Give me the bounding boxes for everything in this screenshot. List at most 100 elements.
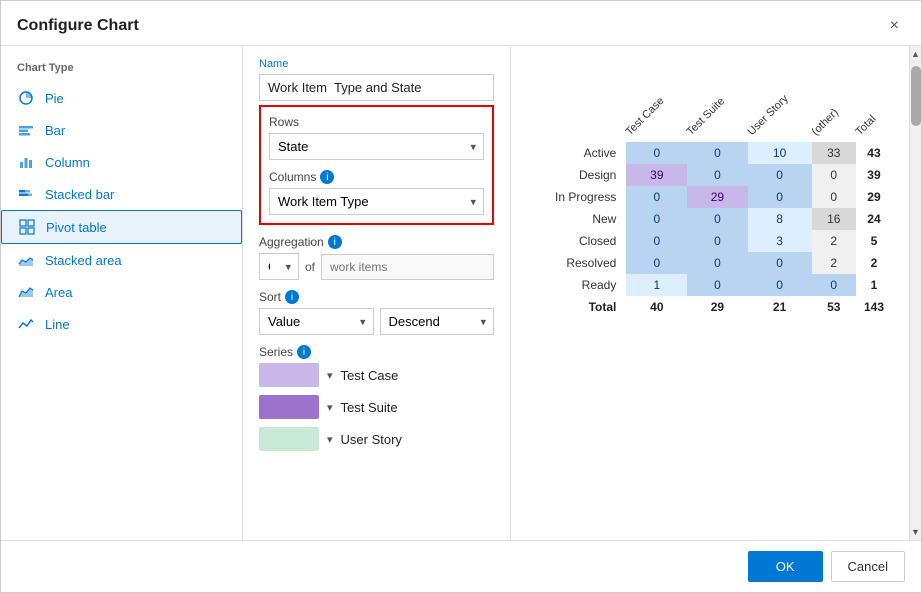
cell-resolved-testcase: 0 [626, 252, 687, 274]
sidebar-item-pivot-table[interactable]: Pivot table [1, 210, 242, 244]
rows-label: Rows [269, 115, 484, 129]
line-chart-icon [17, 315, 35, 333]
dialog-body: Chart Type Pie Bar Column [1, 46, 921, 540]
sidebar-item-area[interactable]: Area [1, 276, 242, 308]
stacked-bar-icon [17, 185, 35, 203]
series-chevron-test-suite[interactable]: ▾ [327, 401, 333, 414]
close-button[interactable]: × [884, 15, 905, 37]
cell-resolved-testsuite: 0 [687, 252, 747, 274]
cell-active-testcase: 0 [626, 142, 687, 164]
rows-columns-box: Rows State Work Item Type ▾ Columns i Wo… [259, 105, 494, 225]
cell-active-other: 33 [812, 142, 856, 164]
name-label: Name [259, 58, 494, 70]
cell-active-total: 43 [856, 142, 892, 164]
scroll-thumb[interactable] [911, 66, 921, 126]
cell-inprogress-userstory: 0 [748, 186, 812, 208]
row-label-inprogress: In Progress [547, 186, 626, 208]
chart-area: Test Case Test Suite User Story (other) … [511, 46, 909, 540]
rows-select-wrap: State Work Item Type ▾ [269, 133, 484, 160]
aggregation-row: Cou Sum Avg ▾ of [259, 253, 494, 280]
series-chevron-user-story[interactable]: ▾ [327, 433, 333, 446]
scrollbar[interactable]: ▲ ▼ [909, 46, 921, 540]
right-content: Test Case Test Suite User Story (other) … [511, 46, 921, 540]
sidebar-item-stacked-area-label: Stacked area [45, 253, 122, 268]
sidebar-item-column-label: Column [45, 155, 90, 170]
stacked-area-icon [17, 251, 35, 269]
sidebar-item-stacked-bar[interactable]: Stacked bar [1, 178, 242, 210]
dialog-header: Configure Chart × [1, 1, 921, 46]
series-name-test-case: Test Case [341, 368, 399, 383]
row-label-active: Active [547, 142, 626, 164]
aggregation-info-icon[interactable]: i [328, 235, 342, 249]
cell-inprogress-other: 0 [812, 186, 856, 208]
row-label-resolved: Resolved [547, 252, 626, 274]
sidebar-item-line-label: Line [45, 317, 70, 332]
pie-chart-icon [17, 89, 35, 107]
sort-direction-select[interactable]: Descend Ascend [380, 308, 495, 335]
sort-info-icon[interactable]: i [285, 290, 299, 304]
row-label-closed: Closed [547, 230, 626, 252]
series-color-user-story [259, 427, 319, 451]
sidebar-item-line[interactable]: Line [1, 308, 242, 340]
sort-field-select-wrap: Value Label ▾ [259, 308, 374, 335]
sidebar-item-bar[interactable]: Bar [1, 114, 242, 146]
pivot-table: Test Case Test Suite User Story (other) … [547, 62, 892, 318]
cell-design-other: 0 [812, 164, 856, 186]
col-header-total: Total [856, 62, 892, 142]
cell-design-testcase: 39 [626, 164, 687, 186]
cancel-button[interactable]: Cancel [831, 551, 905, 582]
work-items-input[interactable] [321, 254, 494, 280]
cell-design-testsuite: 0 [687, 164, 747, 186]
col-header-test-suite: Test Suite [687, 62, 747, 142]
series-chevron-test-case[interactable]: ▾ [327, 369, 333, 382]
row-label-design: Design [547, 164, 626, 186]
col-header-other: (other) [812, 62, 856, 142]
cell-new-userstory: 8 [748, 208, 812, 230]
series-name-user-story: User Story [341, 432, 402, 447]
series-color-test-case [259, 363, 319, 387]
columns-info-icon[interactable]: i [320, 170, 334, 184]
cell-resolved-total: 2 [856, 252, 892, 274]
sidebar-item-stacked-area[interactable]: Stacked area [1, 244, 242, 276]
cell-total-testsuite: 29 [687, 296, 747, 318]
sidebar-item-pie[interactable]: Pie [1, 82, 242, 114]
pivot-table-icon [18, 218, 36, 236]
cell-ready-total: 1 [856, 274, 892, 296]
series-color-test-suite [259, 395, 319, 419]
sidebar-item-column[interactable]: Column [1, 146, 242, 178]
row-label-new: New [547, 208, 626, 230]
scroll-down-button[interactable]: ▼ [910, 524, 922, 540]
aggregation-select-wrap: Cou Sum Avg ▾ [259, 253, 299, 280]
aggregation-of-label: of [305, 260, 315, 274]
table-row: Ready 1 0 0 0 1 [547, 274, 892, 296]
name-input[interactable] [259, 74, 494, 101]
cell-ready-userstory: 0 [748, 274, 812, 296]
ok-button[interactable]: OK [748, 551, 823, 582]
scroll-up-button[interactable]: ▲ [910, 46, 922, 62]
cell-resolved-userstory: 0 [748, 252, 812, 274]
aggregation-section: Aggregation i Cou Sum Avg ▾ of [259, 235, 494, 280]
sort-dir-select-wrap: Descend Ascend ▾ [380, 308, 495, 335]
columns-select[interactable]: Work Item Type State [269, 188, 484, 215]
cell-total-userstory: 21 [748, 296, 812, 318]
series-info-icon[interactable]: i [297, 345, 311, 359]
config-panel: Name Rows State Work Item Type ▾ Columns… [243, 46, 511, 540]
sort-field-select[interactable]: Value Label [259, 308, 374, 335]
dialog-title: Configure Chart [17, 17, 139, 35]
sidebar-item-pie-label: Pie [45, 91, 64, 106]
rows-select[interactable]: State Work Item Type [269, 133, 484, 160]
sidebar-item-stacked-bar-label: Stacked bar [45, 187, 114, 202]
series-name-test-suite: Test Suite [341, 400, 398, 415]
bar-chart-icon [17, 121, 35, 139]
dialog-footer: OK Cancel [1, 540, 921, 592]
cell-ready-testcase: 1 [626, 274, 687, 296]
columns-select-wrap: Work Item Type State ▾ [269, 188, 484, 215]
sort-label: Sort i [259, 290, 494, 304]
aggregation-select[interactable]: Cou Sum Avg [259, 253, 299, 280]
table-row: Design 39 0 0 0 39 [547, 164, 892, 186]
cell-closed-total: 5 [856, 230, 892, 252]
aggregation-label: Aggregation i [259, 235, 494, 249]
sidebar-item-pivot-table-label: Pivot table [46, 220, 107, 235]
cell-new-total: 24 [856, 208, 892, 230]
cell-ready-other: 0 [812, 274, 856, 296]
